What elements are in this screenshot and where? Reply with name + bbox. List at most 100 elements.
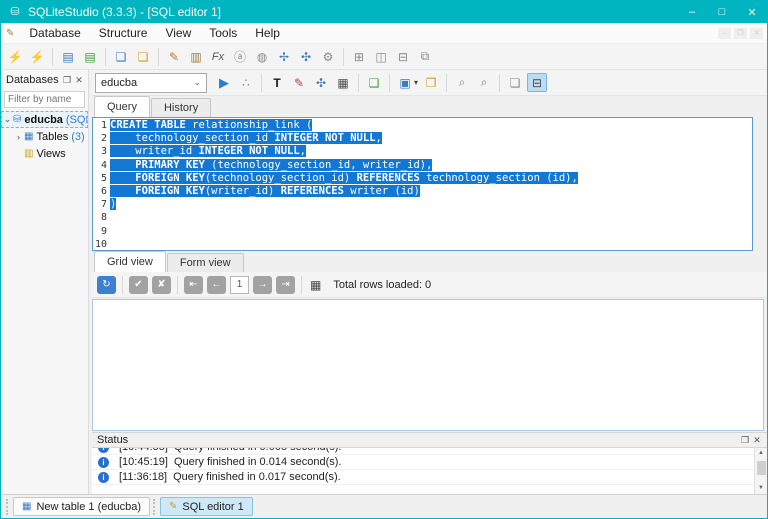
line-number: 6 — [93, 185, 107, 198]
open-sql-icon[interactable]: ❐ — [421, 73, 441, 92]
tree-item-label: Tables — [36, 131, 68, 143]
line-number: 2 — [93, 132, 107, 145]
disconnect-icon[interactable]: ⚡ — [27, 47, 47, 66]
mdi-tile-icon[interactable]: ⊞ — [349, 47, 369, 66]
editor-line: FOREIGN KEY(technology_section_id) REFER… — [110, 172, 752, 185]
tree-item-label: educba — [24, 114, 63, 126]
last-page-icon[interactable]: ⇥ — [276, 276, 295, 294]
clear-editor-icon[interactable]: ✎ — [289, 73, 309, 92]
mdi-close-button[interactable]: ✕ — [750, 28, 763, 39]
scroll-up-icon[interactable]: ▲ — [758, 448, 764, 459]
scroll-down-icon[interactable]: ▼ — [758, 483, 764, 494]
functions-editor-icon[interactable]: Fx — [208, 47, 228, 66]
panel-float-icon[interactable]: ❐ — [61, 75, 73, 86]
panel-float-icon[interactable]: ❐ — [739, 435, 751, 446]
editor-line: writer_id INTEGER NOT NULL, — [110, 145, 752, 158]
sql-code-editor[interactable]: 12345678910 CREATE TABLE relationship_li… — [92, 117, 753, 251]
menu-structure[interactable]: Structure — [90, 24, 157, 42]
results-grid[interactable] — [92, 299, 764, 431]
table-icon: ▦ — [22, 501, 31, 512]
first-page-icon[interactable]: ⇤ — [184, 276, 203, 294]
sql-code-area[interactable]: CREATE TABLE relationship_link ( technol… — [110, 118, 752, 250]
chevron-down-icon[interactable]: ⌄ — [2, 114, 13, 125]
menu-bar: ✎ Database Structure View Tools Help – ❐… — [1, 23, 767, 44]
database-refresh-icon[interactable]: ▤ — [80, 47, 100, 66]
mdi-tile-vertical-icon[interactable]: ⊟ — [393, 47, 413, 66]
title-bar: ⛁ SQLiteStudio (3.3.3) - [SQL editor 1] … — [1, 1, 767, 23]
chevron-down-icon: ⌄ — [193, 77, 206, 88]
tab-form-view[interactable]: Form view — [167, 253, 244, 272]
tree-item-count: (3) — [71, 131, 84, 143]
execute-query-icon[interactable]: ▶ — [214, 73, 234, 92]
taskbar-tab-sql-editor[interactable]: ✎ SQL editor 1 — [160, 497, 253, 516]
toolbar-separator — [389, 74, 390, 92]
mdi-tile-horizontal-icon[interactable]: ◫ — [371, 47, 391, 66]
ddl-history-icon[interactable]: ▥ — [186, 47, 206, 66]
explain-query-plan-icon[interactable]: ∴ — [236, 73, 256, 92]
tree-item-tables[interactable]: › ▦ Tables (3) — [1, 128, 88, 145]
chevron-right-icon[interactable]: › — [13, 132, 24, 142]
format-sql-icon[interactable]: T — [267, 73, 287, 92]
results-tab-layout-icon[interactable]: ❏ — [505, 73, 525, 92]
menu-help[interactable]: Help — [246, 24, 289, 42]
sql-editor-icon[interactable]: ✎ — [164, 47, 184, 66]
tab-grid-view[interactable]: Grid view — [94, 251, 166, 272]
databases-panel-header: Databases ❐ ✕ — [1, 70, 88, 90]
import-icon[interactable]: ✢ — [274, 47, 294, 66]
database-tree: ⌄ ⛁ educba (SQLite › ▦ Tables (3) ▥ View… — [1, 111, 88, 494]
status-time: [10:44:55] — [119, 448, 168, 453]
print-query-icon[interactable]: ▦ — [333, 73, 353, 92]
toolbar-separator — [105, 48, 106, 66]
next-page-icon[interactable]: → — [253, 276, 272, 294]
status-text: Query finished in 0.014 second(s). — [174, 456, 342, 468]
collations-editor-icon[interactable]: ⓐ — [230, 47, 250, 66]
export-icon[interactable]: ✣ — [296, 47, 316, 66]
page-number-field[interactable]: 1 — [230, 276, 249, 294]
extensions-icon[interactable]: ◍ — [252, 47, 272, 66]
replace-icon[interactable]: ⌕ — [474, 73, 494, 92]
window-bolt-icon[interactable]: ❏ — [133, 47, 153, 66]
tree-item-views[interactable]: ▥ Views — [1, 145, 88, 162]
tab-query[interactable]: Query — [94, 96, 150, 117]
taskbar-tab-label: SQL editor 1 — [182, 501, 243, 513]
views-icon: ▥ — [24, 148, 33, 159]
tree-item-label: Views — [36, 148, 65, 160]
menu-tools[interactable]: Tools — [200, 24, 246, 42]
export-results-icon[interactable]: ❏ — [364, 73, 384, 92]
taskbar-tab-new-table[interactable]: ▦ New table 1 (educba) — [13, 497, 150, 516]
menu-view[interactable]: View — [156, 24, 200, 42]
database-add-icon[interactable]: ▤ — [58, 47, 78, 66]
save-dropdown-caret[interactable]: ▾ — [414, 78, 418, 87]
editor-line: FOREIGN KEY(writer_id) REFERENCES writer… — [110, 185, 752, 198]
connect-icon[interactable]: ⚡ — [5, 47, 25, 66]
database-combobox[interactable]: educba ⌄ — [95, 73, 207, 93]
mdi-minimize-button[interactable]: – — [718, 28, 731, 39]
filter-by-name-input[interactable] — [4, 91, 85, 108]
window-add-icon[interactable]: ❏ — [111, 47, 131, 66]
toolbar-separator — [446, 74, 447, 92]
configuration-icon[interactable]: ⚙ — [318, 47, 338, 66]
scrollbar-thumb[interactable] — [757, 461, 766, 475]
mdi-restore-button[interactable]: ❐ — [734, 28, 747, 39]
panel-close-icon[interactable]: ✕ — [73, 75, 85, 86]
find-icon[interactable]: ⌕ — [452, 73, 472, 92]
minimize-button[interactable]: – — [677, 1, 707, 23]
maximize-button[interactable]: □ — [707, 1, 737, 23]
status-scrollbar[interactable]: ▲ ▼ — [754, 448, 767, 494]
mdi-cascade-icon[interactable]: ⧉ — [415, 47, 435, 66]
tree-item-educba[interactable]: ⌄ ⛁ educba (SQLite — [1, 111, 88, 128]
close-button[interactable]: ✕ — [737, 1, 767, 23]
invalidate-icon[interactable]: ✣ — [311, 73, 331, 92]
mdi-taskbar: ▦ New table 1 (educba) ✎ SQL editor 1 — [1, 494, 767, 518]
rollback-icon[interactable]: ✘ — [152, 276, 171, 294]
save-sql-icon[interactable]: ▣ — [395, 73, 415, 92]
mdi-child-controls: – ❐ ✕ — [718, 28, 763, 39]
print-results-icon[interactable]: ▦ — [310, 278, 321, 292]
results-below-layout-icon[interactable]: ⊟ — [527, 73, 547, 92]
panel-close-icon[interactable]: ✕ — [751, 435, 763, 446]
refresh-results-icon[interactable]: ↻ — [97, 276, 116, 294]
menu-database[interactable]: Database — [20, 24, 89, 42]
commit-icon[interactable]: ✔ — [129, 276, 148, 294]
tab-history[interactable]: History — [151, 98, 211, 117]
prev-page-icon[interactable]: ← — [207, 276, 226, 294]
